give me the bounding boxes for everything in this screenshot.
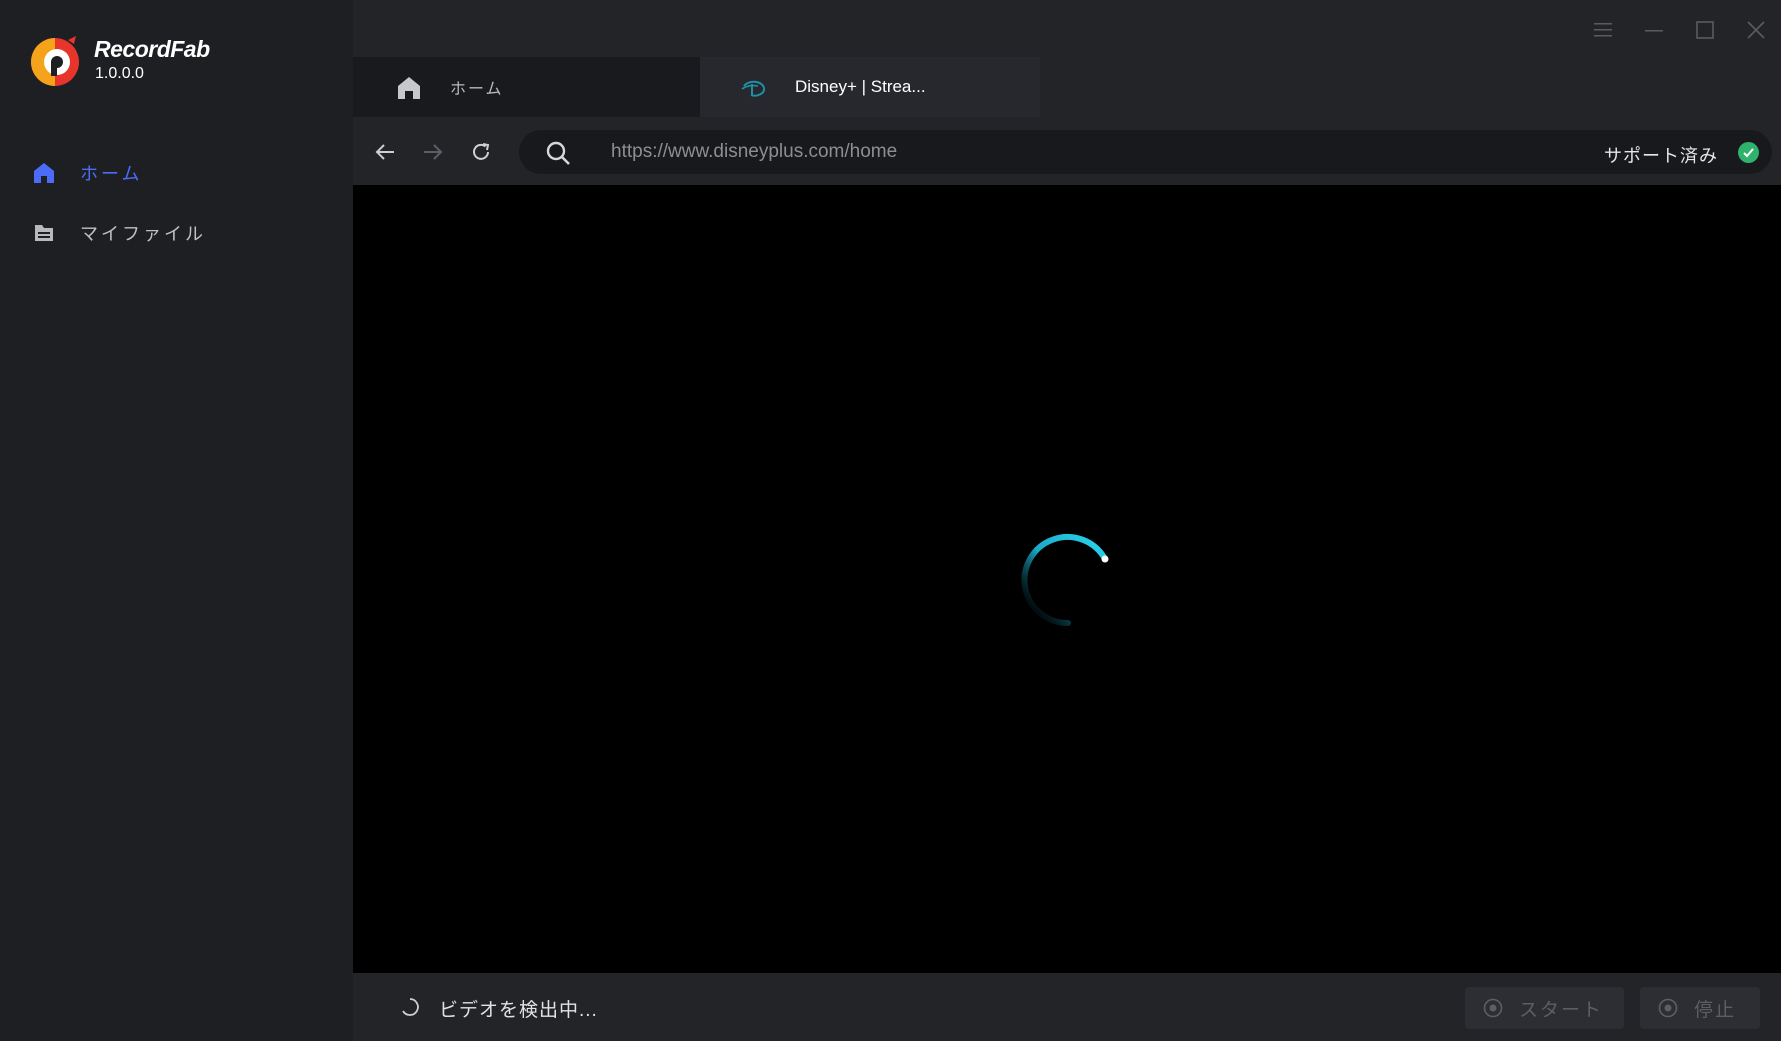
close-button[interactable]	[1730, 10, 1781, 50]
home-icon	[34, 163, 54, 183]
sidebar-item-my-files[interactable]: マイファイル	[0, 209, 353, 257]
reload-icon	[473, 143, 490, 160]
sidebar-item-home[interactable]: ホーム	[0, 149, 353, 197]
sidebar-item-label: マイファイル	[80, 224, 206, 244]
record-icon	[1483, 998, 1503, 1018]
back-button[interactable]	[370, 137, 400, 167]
tab-label: Disney+ | Strea...	[795, 77, 926, 96]
detecting-spinner-icon	[402, 998, 419, 1016]
navigation-bar: サポート済み	[353, 125, 1781, 178]
close-icon	[1746, 21, 1765, 39]
minimize-button[interactable]	[1628, 10, 1679, 50]
menu-button[interactable]	[1577, 10, 1628, 50]
minimize-icon	[1644, 30, 1663, 32]
arrow-left-icon	[375, 144, 394, 160]
start-button[interactable]: スタート	[1465, 987, 1624, 1029]
tab-label: ホーム	[450, 81, 504, 98]
recordfab-logo-icon	[31, 36, 79, 86]
disney-icon	[741, 80, 766, 97]
app-name: RecordFab	[94, 36, 210, 62]
sidebar-item-label: ホーム	[80, 164, 143, 184]
window-controls	[1577, 10, 1781, 50]
folder-icon	[35, 225, 53, 241]
url-input[interactable]	[611, 136, 1511, 168]
tab-disney[interactable]: Disney+ | Strea...	[700, 57, 1040, 117]
maximize-icon	[1695, 21, 1714, 39]
bottom-bar: ビデオを検出中... スタート 停止	[353, 973, 1781, 1041]
main-area: ホーム Disney+ | Strea... https://www.disne…	[353, 0, 1781, 1041]
hamburger-icon	[1593, 23, 1612, 37]
reload-button[interactable]	[466, 137, 496, 167]
stop-button[interactable]: 停止	[1640, 987, 1760, 1029]
stop-button-label: 停止	[1694, 999, 1737, 1021]
loading-spinner-icon	[1021, 534, 1109, 627]
maximize-button[interactable]	[1679, 10, 1730, 50]
support-status-label: サポート済み	[1604, 146, 1718, 166]
sidebar: RecordFab 1.0.0.0 ホーム マイファイル	[0, 0, 353, 1041]
arrow-right-icon	[424, 144, 443, 160]
browser-content	[353, 185, 1781, 973]
detecting-status-text: ビデオを検出中...	[439, 1000, 598, 1021]
address-bar: サポート済み	[519, 130, 1772, 174]
forward-button[interactable]	[418, 137, 448, 167]
check-icon	[1738, 142, 1759, 163]
home-icon	[398, 77, 420, 99]
tab-bar: ホーム Disney+ | Strea...	[353, 57, 1040, 117]
search-icon	[546, 141, 570, 165]
tab-home[interactable]: ホーム	[353, 57, 700, 117]
stop-icon	[1658, 998, 1678, 1018]
app-version: 1.0.0.0	[95, 65, 144, 82]
start-button-label: スタート	[1519, 999, 1604, 1021]
